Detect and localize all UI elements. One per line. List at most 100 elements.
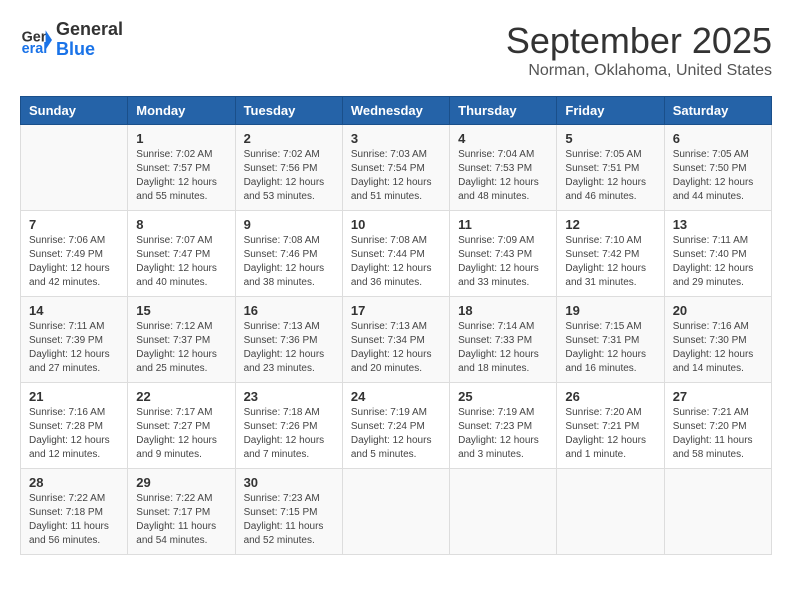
- title-section: September 2025 Norman, Oklahoma, United …: [506, 20, 772, 80]
- logo: Gen eral General Blue: [20, 20, 123, 60]
- day-info: Sunrise: 7:19 AMSunset: 7:23 PMDaylight:…: [458, 406, 548, 462]
- header-cell-friday: Friday: [557, 97, 664, 125]
- calendar-cell: 19 Sunrise: 7:15 AMSunset: 7:31 PMDayligh…: [557, 297, 664, 383]
- calendar-cell: 8 Sunrise: 7:07 AMSunset: 7:47 PMDaylight…: [128, 211, 235, 297]
- day-number: 10: [351, 217, 441, 232]
- day-number: 27: [673, 389, 763, 404]
- day-info: Sunrise: 7:13 AMSunset: 7:34 PMDaylight:…: [351, 320, 441, 376]
- day-info: Sunrise: 7:16 AMSunset: 7:30 PMDaylight:…: [673, 320, 763, 376]
- calendar-title: September 2025: [506, 20, 772, 62]
- day-info: Sunrise: 7:05 AMSunset: 7:51 PMDaylight:…: [565, 148, 655, 204]
- day-info: Sunrise: 7:11 AMSunset: 7:40 PMDaylight:…: [673, 234, 763, 290]
- header-cell-thursday: Thursday: [450, 97, 557, 125]
- calendar-cell: 1 Sunrise: 7:02 AMSunset: 7:57 PMDaylight…: [128, 125, 235, 211]
- day-number: 26: [565, 389, 655, 404]
- calendar-cell: 21Sunrise: 7:16 AMSunset: 7:28 PMDayligh…: [21, 383, 128, 469]
- day-info: Sunrise: 7:17 AMSunset: 7:27 PMDaylight:…: [136, 406, 226, 462]
- day-info: Sunrise: 7:18 AMSunset: 7:26 PMDaylight:…: [244, 406, 334, 462]
- calendar-table: SundayMondayTuesdayWednesdayThursdayFrid…: [20, 96, 772, 555]
- day-number: 20: [673, 303, 763, 318]
- calendar-cell: [664, 469, 771, 555]
- day-info: Sunrise: 7:04 AMSunset: 7:53 PMDaylight:…: [458, 148, 548, 204]
- calendar-cell: 16Sunrise: 7:13 AMSunset: 7:36 PMDayligh…: [235, 297, 342, 383]
- day-info: Sunrise: 7:09 AMSunset: 7:43 PMDaylight:…: [458, 234, 548, 290]
- day-number: 22: [136, 389, 226, 404]
- calendar-cell: 26 Sunrise: 7:20 AMSunset: 7:21 PMDayligh…: [557, 383, 664, 469]
- header-cell-monday: Monday: [128, 97, 235, 125]
- day-number: 11: [458, 217, 548, 232]
- day-number: 30: [244, 475, 334, 490]
- calendar-cell: 3 Sunrise: 7:03 AMSunset: 7:54 PMDaylight…: [342, 125, 449, 211]
- day-info: Sunrise: 7:14 AMSunset: 7:33 PMDaylight:…: [458, 320, 548, 376]
- calendar-cell: 9 Sunrise: 7:08 AMSunset: 7:46 PMDaylight…: [235, 211, 342, 297]
- logo-icon: Gen eral: [20, 24, 52, 56]
- calendar-cell: 15 Sunrise: 7:12 AMSunset: 7:37 PMDayligh…: [128, 297, 235, 383]
- day-info: Sunrise: 7:23 AMSunset: 7:15 PMDaylight:…: [244, 492, 334, 548]
- calendar-cell: 23 Sunrise: 7:18 AMSunset: 7:26 PMDayligh…: [235, 383, 342, 469]
- day-info: Sunrise: 7:02 AMSunset: 7:57 PMDaylight:…: [136, 148, 226, 204]
- header-cell-tuesday: Tuesday: [235, 97, 342, 125]
- calendar-cell: 30 Sunrise: 7:23 AMSunset: 7:15 PMDayligh…: [235, 469, 342, 555]
- day-number: 29: [136, 475, 226, 490]
- day-number: 3: [351, 131, 441, 146]
- day-number: 2: [244, 131, 334, 146]
- day-number: 23: [244, 389, 334, 404]
- calendar-cell: 18Sunrise: 7:14 AMSunset: 7:33 PMDayligh…: [450, 297, 557, 383]
- header-cell-sunday: Sunday: [21, 97, 128, 125]
- day-number: 15: [136, 303, 226, 318]
- day-number: 13: [673, 217, 763, 232]
- day-info: Sunrise: 7:06 AMSunset: 7:49 PMDaylight:…: [29, 234, 119, 290]
- calendar-cell: 22 Sunrise: 7:17 AMSunset: 7:27 PMDayligh…: [128, 383, 235, 469]
- day-info: Sunrise: 7:12 AMSunset: 7:37 PMDaylight:…: [136, 320, 226, 376]
- day-info: Sunrise: 7:22 AMSunset: 7:17 PMDaylight:…: [136, 492, 226, 548]
- day-number: 9: [244, 217, 334, 232]
- day-info: Sunrise: 7:15 AMSunset: 7:31 PMDaylight:…: [565, 320, 655, 376]
- page-header: Gen eral General Blue September 2025 Nor…: [20, 20, 772, 80]
- day-info: Sunrise: 7:11 AMSunset: 7:39 PMDaylight:…: [29, 320, 119, 376]
- calendar-cell: 25 Sunrise: 7:19 AMSunset: 7:23 PMDayligh…: [450, 383, 557, 469]
- calendar-subtitle: Norman, Oklahoma, United States: [506, 62, 772, 80]
- calendar-cell: [342, 469, 449, 555]
- calendar-cell: 24Sunrise: 7:19 AMSunset: 7:24 PMDayligh…: [342, 383, 449, 469]
- calendar-cell: 2 Sunrise: 7:02 AMSunset: 7:56 PMDaylight…: [235, 125, 342, 211]
- day-info: Sunrise: 7:03 AMSunset: 7:54 PMDaylight:…: [351, 148, 441, 204]
- day-info: Sunrise: 7:07 AMSunset: 7:47 PMDaylight:…: [136, 234, 226, 290]
- calendar-cell: 17Sunrise: 7:13 AMSunset: 7:34 PMDayligh…: [342, 297, 449, 383]
- header-cell-wednesday: Wednesday: [342, 97, 449, 125]
- day-info: Sunrise: 7:10 AMSunset: 7:42 PMDaylight:…: [565, 234, 655, 290]
- day-number: 28: [29, 475, 119, 490]
- calendar-cell: 5Sunrise: 7:05 AMSunset: 7:51 PMDaylight…: [557, 125, 664, 211]
- calendar-cell: [21, 125, 128, 211]
- day-info: Sunrise: 7:05 AMSunset: 7:50 PMDaylight:…: [673, 148, 763, 204]
- calendar-cell: 14Sunrise: 7:11 AMSunset: 7:39 PMDayligh…: [21, 297, 128, 383]
- day-number: 25: [458, 389, 548, 404]
- week-row-3: 14Sunrise: 7:11 AMSunset: 7:39 PMDayligh…: [21, 297, 772, 383]
- header-cell-saturday: Saturday: [664, 97, 771, 125]
- day-info: Sunrise: 7:20 AMSunset: 7:21 PMDaylight:…: [565, 406, 655, 462]
- day-info: Sunrise: 7:21 AMSunset: 7:20 PMDaylight:…: [673, 406, 763, 462]
- day-number: 19: [565, 303, 655, 318]
- calendar-cell: 10 Sunrise: 7:08 AMSunset: 7:44 PMDayligh…: [342, 211, 449, 297]
- calendar-cell: 12Sunrise: 7:10 AMSunset: 7:42 PMDayligh…: [557, 211, 664, 297]
- day-number: 1: [136, 131, 226, 146]
- day-info: Sunrise: 7:22 AMSunset: 7:18 PMDaylight:…: [29, 492, 119, 548]
- logo-text: General Blue: [56, 20, 123, 60]
- day-info: Sunrise: 7:19 AMSunset: 7:24 PMDaylight:…: [351, 406, 441, 462]
- calendar-cell: 29 Sunrise: 7:22 AMSunset: 7:17 PMDayligh…: [128, 469, 235, 555]
- week-row-2: 7Sunrise: 7:06 AMSunset: 7:49 PMDaylight…: [21, 211, 772, 297]
- day-info: Sunrise: 7:08 AMSunset: 7:44 PMDaylight:…: [351, 234, 441, 290]
- calendar-cell: [557, 469, 664, 555]
- day-number: 4: [458, 131, 548, 146]
- day-info: Sunrise: 7:02 AMSunset: 7:56 PMDaylight:…: [244, 148, 334, 204]
- calendar-cell: 4 Sunrise: 7:04 AMSunset: 7:53 PMDaylight…: [450, 125, 557, 211]
- day-number: 21: [29, 389, 119, 404]
- calendar-cell: 27 Sunrise: 7:21 AMSunset: 7:20 PMDayligh…: [664, 383, 771, 469]
- week-row-4: 21Sunrise: 7:16 AMSunset: 7:28 PMDayligh…: [21, 383, 772, 469]
- day-number: 8: [136, 217, 226, 232]
- week-row-1: 1 Sunrise: 7:02 AMSunset: 7:57 PMDaylight…: [21, 125, 772, 211]
- calendar-cell: 6Sunrise: 7:05 AMSunset: 7:50 PMDaylight…: [664, 125, 771, 211]
- calendar-cell: 11 Sunrise: 7:09 AMSunset: 7:43 PMDayligh…: [450, 211, 557, 297]
- logo-blue: Blue: [56, 40, 123, 60]
- svg-text:eral: eral: [22, 41, 48, 56]
- day-info: Sunrise: 7:08 AMSunset: 7:46 PMDaylight:…: [244, 234, 334, 290]
